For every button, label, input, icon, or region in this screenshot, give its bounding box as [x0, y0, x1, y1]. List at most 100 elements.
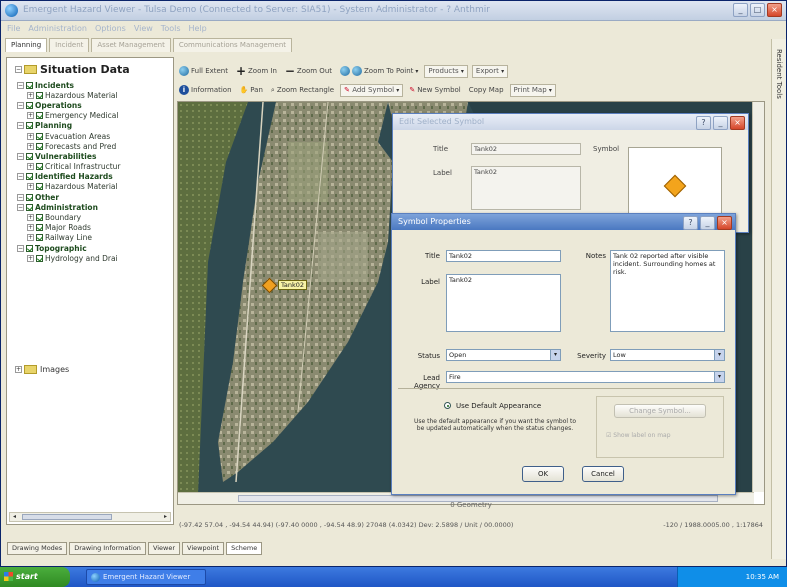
- chevron-down-icon[interactable]: ▾: [550, 350, 560, 360]
- map-marker-label[interactable]: Tank02: [278, 280, 308, 290]
- props-title-field[interactable]: Tank02: [446, 250, 561, 262]
- zoom-out-button[interactable]: − Zoom Out: [283, 65, 334, 77]
- layer-checkbox[interactable]: [36, 224, 43, 232]
- expand-icon[interactable]: +: [27, 142, 34, 150]
- tree-item[interactable]: − Other: [11, 192, 171, 202]
- tree-item[interactable]: + Hydrology and Drai: [11, 253, 171, 263]
- layer-checkbox[interactable]: [36, 132, 43, 140]
- layer-checkbox[interactable]: [26, 152, 33, 160]
- layer-checkbox[interactable]: [26, 193, 33, 201]
- tree-item[interactable]: − Incidents: [11, 80, 171, 90]
- tree-item[interactable]: + Hazardous Material: [11, 90, 171, 100]
- collapse-icon[interactable]: −: [17, 244, 24, 252]
- help-icon[interactable]: ?: [683, 216, 698, 230]
- cancel-button[interactable]: Cancel: [582, 466, 624, 482]
- edit-label-field[interactable]: Tank02: [471, 166, 581, 210]
- tab-viewpoint[interactable]: Viewpoint: [182, 542, 225, 555]
- layer-checkbox[interactable]: [26, 122, 33, 130]
- tree-item[interactable]: − Identified Hazards: [11, 172, 171, 182]
- props-label-field[interactable]: Tank02: [446, 274, 561, 332]
- map-vertical-scrollbar[interactable]: [752, 102, 764, 492]
- change-symbol-button[interactable]: Change Symbol...: [614, 404, 706, 418]
- expand-icon[interactable]: +: [27, 183, 34, 191]
- products-button[interactable]: Products ▾: [424, 64, 468, 78]
- collapse-icon[interactable]: −: [17, 203, 24, 211]
- tree-item[interactable]: + Emergency Medical: [11, 111, 171, 121]
- minimize-icon[interactable]: _: [700, 216, 715, 230]
- chevron-down-icon[interactable]: ▾: [415, 68, 418, 75]
- tab-drawing-modes[interactable]: Drawing Modes: [7, 542, 68, 555]
- tree-item[interactable]: − Administration: [11, 202, 171, 212]
- maximize-icon[interactable]: □: [750, 3, 765, 17]
- taskbar-app-button[interactable]: Emergent Hazard Viewer: [86, 569, 206, 585]
- menu-tools[interactable]: Tools: [161, 22, 181, 36]
- tree-item[interactable]: + Evacuation Areas: [11, 131, 171, 141]
- print-map-button[interactable]: Print Map ▾: [509, 83, 556, 97]
- tree-item[interactable]: + Hazardous Material: [11, 182, 171, 192]
- expand-icon[interactable]: +: [27, 234, 34, 242]
- close-icon[interactable]: ×: [767, 3, 782, 17]
- layer-checkbox[interactable]: [36, 214, 43, 222]
- tree-item[interactable]: + Critical Infrastructur: [11, 162, 171, 172]
- expand-icon[interactable]: +: [15, 365, 22, 373]
- tab-asset-management[interactable]: Asset Management: [91, 38, 171, 52]
- tab-communications-management[interactable]: Communications Management: [172, 38, 293, 52]
- expand-icon[interactable]: +: [27, 91, 34, 99]
- expand-icon[interactable]: +: [27, 214, 34, 222]
- zoom-rectangle-button[interactable]: ⌕ Zoom Rectangle: [269, 86, 336, 95]
- menu-file[interactable]: File: [7, 22, 20, 36]
- information-button[interactable]: i Information: [177, 85, 234, 95]
- use-default-radio[interactable]: [444, 402, 451, 409]
- tree-item[interactable]: − Topographic: [11, 243, 171, 253]
- tree-item[interactable]: + Major Roads: [11, 223, 171, 233]
- tree-item[interactable]: + Forecasts and Pred: [11, 141, 171, 151]
- copy-map-button[interactable]: Copy Map: [467, 86, 506, 94]
- resident-tools-strip[interactable]: Resident Tools: [771, 39, 786, 559]
- clock[interactable]: 10:35 AM: [746, 573, 779, 581]
- close-icon[interactable]: ×: [730, 116, 745, 130]
- layer-checkbox[interactable]: [26, 101, 33, 109]
- tree-horizontal-scrollbar[interactable]: ◂ ▸: [9, 512, 171, 522]
- layer-checkbox[interactable]: [36, 112, 43, 120]
- layer-checkbox[interactable]: [36, 142, 43, 150]
- expand-icon[interactable]: +: [27, 132, 34, 140]
- chevron-down-icon[interactable]: ▾: [714, 350, 724, 360]
- layer-checkbox[interactable]: [36, 91, 43, 99]
- menu-options[interactable]: Options: [95, 22, 126, 36]
- notes-field[interactable]: Tank 02 reported after visible incident.…: [610, 250, 725, 332]
- menu-help[interactable]: Help: [189, 22, 207, 36]
- zoom-to-point-button[interactable]: Zoom To Point ▾: [338, 66, 420, 76]
- layer-checkbox[interactable]: [36, 163, 43, 171]
- layer-checkbox[interactable]: [26, 244, 33, 252]
- export-button[interactable]: Export ▾: [471, 64, 509, 78]
- layer-checkbox[interactable]: [36, 254, 43, 262]
- scroll-left-icon[interactable]: ◂: [10, 513, 19, 521]
- tab-scheme[interactable]: Scheme: [226, 542, 263, 555]
- collapse-icon[interactable]: −: [15, 65, 22, 73]
- scroll-thumb[interactable]: [22, 514, 112, 520]
- tree-item[interactable]: + Boundary: [11, 212, 171, 222]
- menu-view[interactable]: View: [134, 22, 153, 36]
- collapse-icon[interactable]: −: [17, 101, 24, 109]
- scroll-right-icon[interactable]: ▸: [161, 513, 170, 521]
- tab-viewer[interactable]: Viewer: [147, 542, 181, 555]
- collapse-icon[interactable]: −: [17, 81, 24, 89]
- collapse-icon[interactable]: −: [17, 122, 24, 130]
- expand-icon[interactable]: +: [27, 112, 34, 120]
- expand-icon[interactable]: +: [27, 254, 34, 262]
- tree-item[interactable]: − Vulnerabilities: [11, 151, 171, 161]
- severity-select[interactable]: Low ▾: [610, 349, 725, 361]
- layer-checkbox[interactable]: [26, 81, 33, 89]
- minimize-icon[interactable]: _: [713, 116, 728, 130]
- zoom-in-button[interactable]: + Zoom In: [234, 65, 279, 77]
- tree-images[interactable]: + Images: [15, 364, 69, 374]
- new-symbol-button[interactable]: ✎ New Symbol: [407, 86, 462, 94]
- tree-root[interactable]: − Situation Data: [15, 63, 130, 76]
- add-symbol-button[interactable]: ✎ Add Symbol ▾: [340, 83, 404, 97]
- status-select[interactable]: Open ▾: [446, 349, 561, 361]
- tree-item[interactable]: + Railway Line: [11, 233, 171, 243]
- close-icon[interactable]: ×: [717, 216, 732, 230]
- menu-administration[interactable]: Administration: [28, 22, 87, 36]
- start-button[interactable]: start: [0, 567, 70, 587]
- help-icon[interactable]: ?: [696, 116, 711, 130]
